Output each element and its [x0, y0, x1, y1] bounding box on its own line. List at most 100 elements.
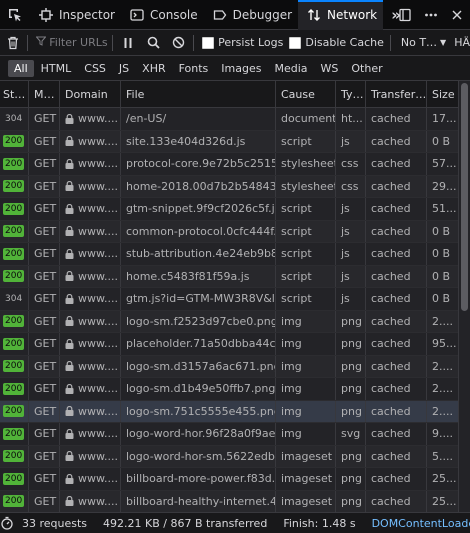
domain-cell: www....: [60, 220, 121, 242]
lock-icon: [65, 181, 74, 192]
type-filter-fonts[interactable]: Fonts: [173, 60, 215, 77]
type-filter-images[interactable]: Images: [215, 60, 267, 77]
lock-icon: [65, 406, 74, 417]
size-cell: 0 B: [432, 247, 451, 261]
table-row[interactable]: 200 GET www.... placeholder.71a50dbba44c...…: [0, 333, 458, 356]
table-scrollbar[interactable]: [458, 81, 470, 512]
type-filter-media[interactable]: Media: [268, 60, 313, 77]
column-header-size[interactable]: Size: [427, 81, 458, 107]
status-badge: 200: [3, 247, 25, 260]
domain-text: www....: [78, 157, 118, 171]
column-header-status[interactable]: St…: [0, 81, 29, 107]
element-picker-icon[interactable]: [0, 0, 30, 30]
table-row[interactable]: 200 GET www.... gtm-snippet.9f9cf2026c5f.js…: [0, 198, 458, 221]
cause-cell: stylesheet: [276, 175, 336, 197]
more-options-icon[interactable]: [418, 0, 444, 30]
table-row[interactable]: 200 GET www.... common-protocol.0cfc444f...…: [0, 220, 458, 243]
table-row[interactable]: 200 GET www.... logo-sm.751c5555e455.png img…: [0, 400, 458, 423]
domain-text: www....: [78, 224, 118, 238]
column-header-method[interactable]: M…: [29, 81, 60, 107]
column-header-cause[interactable]: Cause: [276, 81, 336, 107]
status-cell: 200: [0, 175, 29, 197]
lock-icon: [65, 248, 74, 259]
domain-cell: www....: [60, 310, 121, 332]
size-cell: 9....: [432, 427, 453, 441]
lock-icon: [65, 203, 74, 214]
table-row[interactable]: 304 GET www..../en-US/document ht... cached 1…: [0, 108, 458, 131]
cause-cell: imageset: [276, 468, 336, 490]
close-icon[interactable]: [444, 0, 470, 30]
file-cell: billboard-healthy-internet.4...: [121, 490, 276, 512]
domain-text: www....: [78, 494, 118, 508]
har-menu-button[interactable]: HÄ: [454, 36, 470, 49]
toolbar-divider: [193, 34, 195, 51]
table-row[interactable]: 200 GET www.... stub-attribution.4e24eb9b8.…: [0, 243, 458, 266]
column-header-type[interactable]: Ty…: [336, 81, 366, 107]
disable-cache-box[interactable]: [289, 36, 302, 49]
type-filter-html[interactable]: HTML: [35, 60, 78, 77]
table-row[interactable]: 200 GET www.... billboard-more-power.f83d..…: [0, 468, 458, 491]
throttling-select[interactable]: No T… ▼: [401, 36, 446, 49]
file-cell: logo-sm.d1b49e50ffb7.png: [121, 378, 276, 400]
cause-cell: document: [276, 108, 336, 130]
method-cell: GET: [29, 130, 60, 152]
type-cell: png: [336, 400, 366, 422]
cause-cell: imageset: [276, 445, 336, 467]
scrollbar-thumb[interactable]: [461, 83, 468, 311]
status-badge: 304: [5, 113, 23, 124]
domain-cell: www....: [60, 378, 121, 400]
persist-logs-checkbox[interactable]: Persist Logs: [202, 36, 283, 49]
table-row[interactable]: 200 GET www.... billboard-healthy-internet.…: [0, 490, 458, 513]
domain-cell: www....: [60, 423, 121, 445]
status-cell: 200: [0, 378, 29, 400]
type-cell: png: [336, 445, 366, 467]
file-cell: logo-word-hor.96f28a0f9ae...: [121, 423, 276, 445]
search-icon[interactable]: [141, 30, 166, 55]
type-filter-all[interactable]: All: [8, 59, 34, 77]
tab-network[interactable]: Network: [298, 0, 384, 30]
filter-urls-input[interactable]: Filter URLs: [30, 36, 110, 49]
persist-logs-box[interactable]: [202, 36, 215, 49]
type-filter-css[interactable]: CSS: [78, 60, 112, 77]
table-row[interactable]: 200 GET www.... logo-sm.f2523d97cbe0.png img…: [0, 310, 458, 333]
size-cell: 17...: [432, 112, 457, 126]
table-row[interactable]: 200 GET www.... home.c5483f81f59a.js script j…: [0, 265, 458, 288]
domain-cell: www....: [60, 108, 121, 130]
column-header-domain[interactable]: Domain: [60, 81, 121, 107]
transferred-cell: cached: [366, 220, 427, 242]
tab-debugger[interactable]: Debugger: [204, 0, 298, 30]
table-row[interactable]: 304 GET www....gtm.js?id=GTM-MW3R8V&l=...s…: [0, 288, 458, 311]
type-filter-ws[interactable]: WS: [315, 60, 345, 77]
clear-log-trash-icon[interactable]: [0, 30, 25, 55]
table-row[interactable]: 200 GET www.... home-2018.00d7b2b54843.... s…: [0, 175, 458, 198]
table-row[interactable]: 200 GET www.... protocol-core.9e72b5c2515..…: [0, 153, 458, 176]
tab-console[interactable]: Console: [121, 0, 204, 30]
table-row[interactable]: 200 GET www.... logo-word-hor.96f28a0f9ae..…: [0, 423, 458, 446]
performance-stopwatch-icon[interactable]: [0, 513, 14, 533]
method-cell: GET: [29, 243, 60, 265]
table-row[interactable]: 200 GET www.... site.133e404d326d.js script j…: [0, 130, 458, 153]
domain-text: www....: [78, 449, 118, 463]
method-cell: GET: [29, 108, 60, 130]
tab-inspector[interactable]: Inspector: [30, 0, 121, 30]
table-row[interactable]: 200 GET www.... logo-sm.d1b49e50ffb7.png img…: [0, 378, 458, 401]
type-filter-xhr[interactable]: XHR: [136, 60, 171, 77]
chevron-down-icon: ▼: [440, 38, 447, 47]
table-row[interactable]: 200 GET www.... logo-sm.d3157a6ac671.png img…: [0, 355, 458, 378]
pause-icon[interactable]: [115, 30, 140, 55]
table-row[interactable]: 200 GET www.... logo-word-hor-sm.5622edb...…: [0, 445, 458, 468]
column-header-transferred[interactable]: Transfer…: [366, 81, 427, 107]
type-filter-other[interactable]: Other: [345, 60, 388, 77]
type-filter-js[interactable]: JS: [113, 60, 135, 77]
lock-icon: [65, 316, 74, 327]
type-cell: png: [336, 490, 366, 512]
type-cell: css: [336, 153, 366, 175]
toolbar-divider: [389, 34, 391, 51]
column-header-file[interactable]: File: [121, 81, 276, 107]
type-cell: js: [336, 243, 366, 265]
dock-side-icon[interactable]: [392, 0, 418, 30]
domain-cell: www....: [60, 468, 121, 490]
method-cell: GET: [29, 400, 60, 422]
disable-cache-checkbox[interactable]: Disable Cache: [289, 36, 384, 49]
block-requests-icon[interactable]: [166, 30, 191, 55]
